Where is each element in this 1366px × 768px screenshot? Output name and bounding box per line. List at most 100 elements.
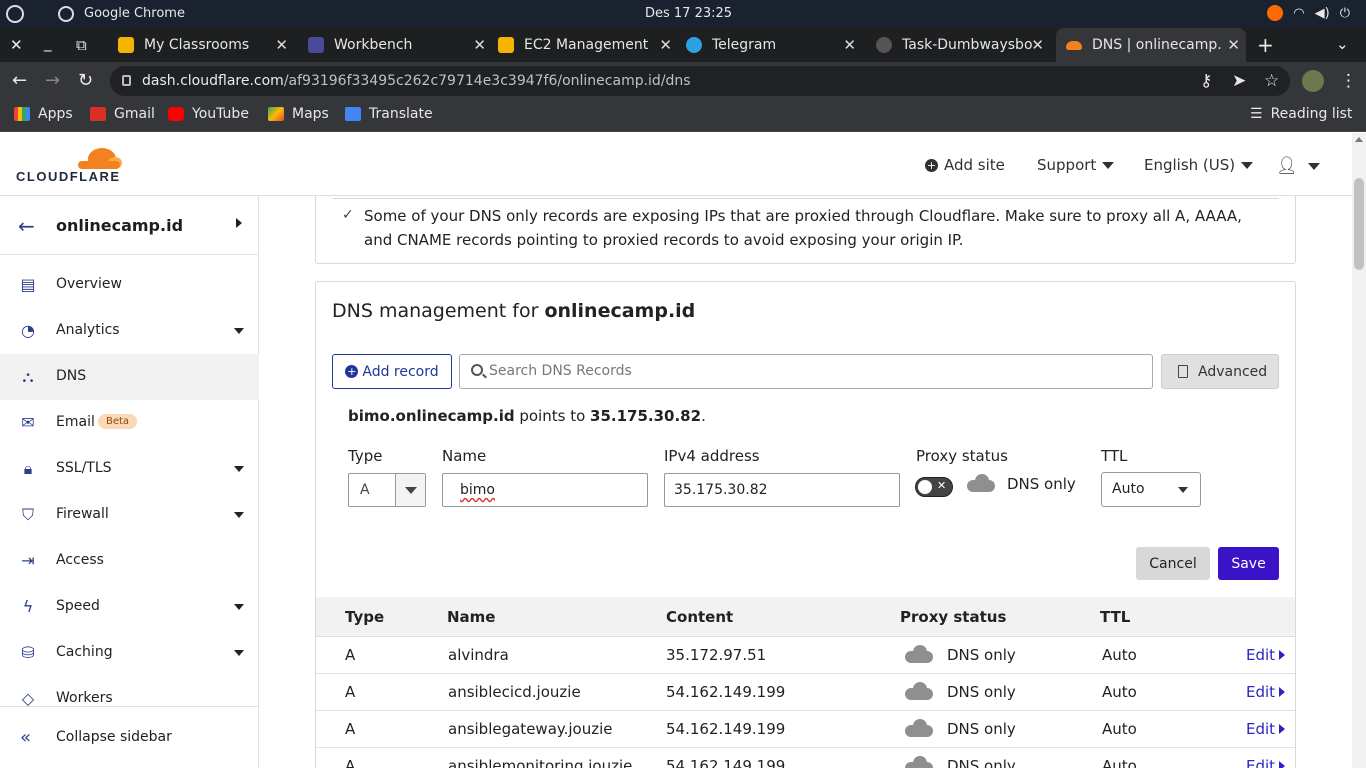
cancel-label: Cancel [1149, 555, 1197, 572]
close-tab-icon[interactable]: ✕ [843, 36, 856, 54]
tab-ec2-management[interactable]: EC2 Management ✕ [498, 28, 678, 62]
points-host: bimo.onlinecamp.id [348, 407, 515, 425]
ttl-value: Auto [1112, 481, 1145, 497]
workbench-icon [308, 37, 324, 53]
user-menu[interactable]: 👤︎ [1276, 156, 1320, 176]
proxy-toggle[interactable]: ✕ [915, 477, 953, 497]
power-icon[interactable]: ⏻ [1340, 6, 1350, 21]
caret-right-icon [1279, 761, 1286, 768]
close-tab-icon[interactable]: ✕ [473, 36, 486, 54]
record-proxy-label: DNS only [947, 646, 1016, 664]
wifi-icon[interactable]: ◠ [1293, 6, 1304, 21]
key-icon[interactable]: ⚷ [1200, 71, 1212, 91]
record-ttl: Auto [1102, 646, 1137, 664]
sidebar-item-label: Email [56, 414, 95, 430]
sidebar-item-email[interactable]: ✉ Email Beta [0, 400, 259, 446]
edit-record-button[interactable]: Edit [1246, 720, 1286, 738]
column-content[interactable]: Content [666, 608, 733, 626]
sidebar-item-caching[interactable]: ⛁ Caching [0, 630, 259, 676]
sidebar-item-firewall[interactable]: ⛉ Firewall [0, 492, 259, 538]
bookmark-label: Gmail [114, 106, 155, 122]
type-select[interactable]: A [348, 473, 426, 507]
close-tab-icon[interactable]: ✕ [1227, 36, 1240, 54]
close-window-icon[interactable]: ✕ [10, 36, 23, 54]
tab-task-dumbways[interactable]: Task-Dumbwaysbo ✕ [876, 28, 1050, 62]
send-icon[interactable]: ➤ [1232, 71, 1246, 91]
back-arrow-icon[interactable]: ← [18, 214, 35, 238]
scroll-up-icon[interactable] [1355, 137, 1363, 142]
menu-icon[interactable]: ⋮ [1340, 71, 1357, 91]
bookmark-apps[interactable]: Apps [14, 106, 73, 122]
column-name[interactable]: Name [447, 608, 495, 626]
tab-label: Telegram [712, 37, 777, 53]
sidebar-item-ssl-tls[interactable]: 🔒︎ SSL/TLS [0, 446, 259, 492]
column-type[interactable]: Type [345, 608, 384, 626]
clock[interactable]: Des 17 23:25 [645, 6, 732, 21]
close-tab-icon[interactable]: ✕ [659, 36, 672, 54]
cloudflare-logo[interactable]: CLOUDFLARE [16, 145, 126, 185]
email-icon: ✉ [21, 413, 35, 432]
record-ttl: Auto [1102, 720, 1137, 738]
bookmark-gmail[interactable]: Gmail [90, 106, 155, 122]
new-tab-icon[interactable]: + [1257, 33, 1274, 57]
profile-avatar[interactable] [1302, 70, 1324, 92]
bookmark-translate[interactable]: Translate [345, 106, 433, 122]
lock-icon[interactable] [122, 75, 131, 86]
search-dns-input[interactable]: Search DNS Records [459, 354, 1153, 389]
scrollbar-thumb[interactable] [1354, 178, 1364, 270]
bookmark-star-icon[interactable]: ☆ [1264, 71, 1279, 91]
bookmark-youtube[interactable]: YouTube [168, 106, 249, 122]
tab-telegram[interactable]: Telegram ✕ [686, 28, 862, 62]
language-menu[interactable]: English (US) [1144, 156, 1254, 174]
sidebar-item-overview[interactable]: ▤ Overview [0, 262, 259, 308]
column-ttl[interactable]: TTL [1100, 608, 1130, 626]
ttl-select[interactable]: Auto [1101, 472, 1201, 507]
tab-dns-onlinecamp[interactable]: DNS | onlinecamp. ✕ [1056, 28, 1246, 62]
address-bar[interactable]: dash.cloudflare.com/af93196f33495c262c79… [110, 66, 1290, 96]
close-tab-icon[interactable]: ✕ [1031, 36, 1044, 54]
save-button[interactable]: Save [1218, 547, 1279, 580]
system-tray[interactable]: ◠ ◀) ⏻ [1267, 5, 1350, 21]
tab-search-icon[interactable]: ⌄ [1336, 35, 1349, 53]
edit-record-button[interactable]: Edit [1246, 757, 1286, 768]
minimize-window-icon[interactable]: _ [44, 34, 52, 52]
cancel-button[interactable]: Cancel [1136, 547, 1210, 580]
add-site-button[interactable]: + Add site [925, 156, 1005, 174]
reload-icon[interactable]: ↻ [78, 70, 93, 91]
reading-list[interactable]: ☰ Reading list [1250, 106, 1352, 122]
bookmarks-bar: Apps Gmail YouTube Maps Translate ☰ Read… [0, 100, 1366, 132]
avast-icon[interactable] [1267, 5, 1284, 21]
lock-icon: 🔒︎ [23, 459, 33, 478]
site-selector[interactable]: ← onlinecamp.id [0, 196, 259, 255]
os-top-bar: Google Chrome Des 17 23:25 ◠ ◀) ⏻ [0, 0, 1366, 28]
youtube-icon [168, 107, 184, 121]
sidebar-item-analytics[interactable]: ◔ Analytics [0, 308, 259, 354]
edit-record-button[interactable]: Edit [1246, 646, 1286, 664]
sidebar-item-dns[interactable]: ⛬ DNS [0, 354, 259, 400]
support-menu[interactable]: Support [1037, 156, 1115, 174]
name-field[interactable]: bimo [442, 473, 648, 507]
sidebar-item-access[interactable]: ⇥ Access [0, 538, 259, 584]
ipv4-field[interactable]: 35.175.30.82 [664, 473, 900, 507]
tab-workbench[interactable]: Workbench ✕ [308, 28, 492, 62]
add-record-button[interactable]: + Add record [332, 354, 452, 389]
record-proxy-label: DNS only [947, 683, 1016, 701]
close-tab-icon[interactable]: ✕ [275, 36, 288, 54]
collapse-sidebar-button[interactable]: « Collapse sidebar [0, 706, 259, 768]
sidebar-item-workers[interactable]: ◇ Workers [0, 676, 259, 706]
caret-down-icon [1241, 161, 1254, 169]
restore-window-icon[interactable]: ⧉ [76, 36, 87, 54]
chevron-down-icon[interactable] [395, 474, 425, 506]
edit-record-button[interactable]: Edit [1246, 683, 1286, 701]
advanced-button[interactable]: Advanced [1161, 354, 1279, 389]
volume-icon[interactable]: ◀) [1315, 6, 1330, 21]
page-scrollbar[interactable] [1352, 133, 1366, 768]
tab-my-classrooms[interactable]: My Classrooms ✕ [118, 28, 294, 62]
site-name: onlinecamp.id [56, 216, 184, 235]
forward-icon[interactable]: → [45, 70, 60, 91]
bookmark-maps[interactable]: Maps [268, 106, 329, 122]
sidebar-item-speed[interactable]: ϟ Speed [0, 584, 259, 630]
activities-icon[interactable] [6, 5, 24, 23]
back-icon[interactable]: ← [12, 70, 27, 91]
ttl-label: TTL [1101, 447, 1128, 465]
